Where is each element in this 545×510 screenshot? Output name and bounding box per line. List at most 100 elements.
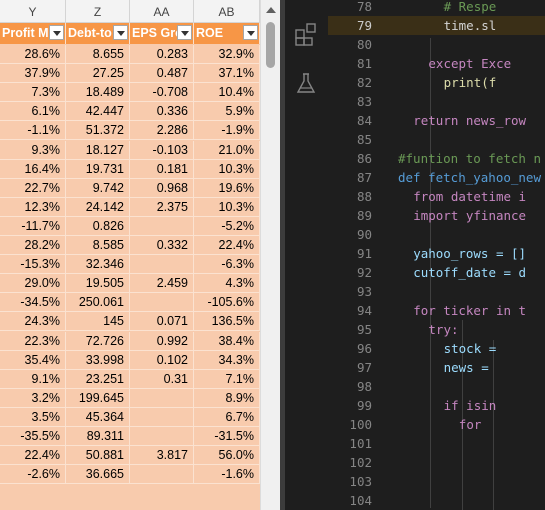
roe-cell[interactable]: -5.2%	[194, 216, 260, 236]
code-line[interactable]: 87 def fetch_yahoo_new	[328, 168, 545, 187]
scrollbar-thumb[interactable]	[266, 22, 275, 68]
code-line[interactable]: 101	[328, 434, 545, 453]
code-editor[interactable]: 78 # Respe 79 time.sl 80 81 except Exce 82 print…	[328, 0, 545, 510]
roe-cell[interactable]: 6.7%	[194, 407, 260, 427]
debt-to-equity-cell[interactable]: 9.742	[66, 178, 130, 198]
debt-to-equity-cell[interactable]: 18.127	[66, 140, 130, 160]
eps-growth-cell[interactable]	[130, 388, 194, 408]
code-line[interactable]: 90	[328, 225, 545, 244]
code-line[interactable]: 78 # Respe	[328, 0, 545, 16]
profit-margin-cell[interactable]: -35.5%	[0, 427, 66, 446]
eps-growth-cell[interactable]: 0.968	[130, 178, 194, 198]
column-letter-aa[interactable]: AA	[130, 0, 194, 22]
table-row[interactable]: -34.5% 250.061 -105.6%	[0, 293, 260, 313]
eps-growth-cell[interactable]: -0.103	[130, 140, 194, 160]
code-line[interactable]: 88 from datetime i	[328, 187, 545, 206]
debt-to-equity-cell[interactable]: 24.142	[66, 197, 130, 217]
profit-margin-cell[interactable]: 9.1%	[0, 369, 66, 389]
roe-cell[interactable]: -1.6%	[194, 465, 260, 485]
profit-margin-cell[interactable]: 22.7%	[0, 178, 66, 198]
header-eps-growth[interactable]: EPS Gro	[130, 23, 194, 44]
eps-growth-cell[interactable]: 2.459	[130, 274, 194, 294]
eps-growth-cell[interactable]: 0.992	[130, 331, 194, 351]
roe-cell[interactable]: 10.3%	[194, 159, 260, 179]
code-line[interactable]: 83	[328, 92, 545, 111]
debt-to-equity-cell[interactable]: 8.655	[66, 45, 130, 64]
table-row[interactable]: 12.3% 24.142 2.375 10.3%	[0, 197, 260, 217]
eps-growth-cell[interactable]: 0.336	[130, 102, 194, 122]
roe-cell[interactable]: 56.0%	[194, 446, 260, 466]
eps-growth-cell[interactable]	[130, 427, 194, 446]
roe-cell[interactable]: 19.6%	[194, 178, 260, 198]
eps-growth-cell[interactable]	[130, 407, 194, 427]
table-row[interactable]: 3.2% 199.645 8.9%	[0, 388, 260, 408]
debt-to-equity-cell[interactable]: 19.731	[66, 159, 130, 179]
eps-growth-cell[interactable]: 0.487	[130, 64, 194, 84]
profit-margin-cell[interactable]: 3.2%	[0, 388, 66, 408]
code-line[interactable]: 89 import yfinance	[328, 206, 545, 225]
filter-dropdown-icon[interactable]	[177, 25, 192, 40]
roe-cell[interactable]: 38.4%	[194, 331, 260, 351]
debt-to-equity-cell[interactable]: 72.726	[66, 331, 130, 351]
column-letter-z[interactable]: Z	[66, 0, 130, 22]
code-line[interactable]: 79 time.sl	[328, 16, 545, 35]
column-letter-y[interactable]: Y	[0, 0, 66, 22]
eps-growth-cell[interactable]	[130, 465, 194, 485]
table-row[interactable]: -35.5% 89.311 -31.5%	[0, 427, 260, 446]
table-row[interactable]: 22.7% 9.742 0.968 19.6%	[0, 178, 260, 198]
roe-cell[interactable]: 10.3%	[194, 197, 260, 217]
profit-margin-cell[interactable]: 12.3%	[0, 197, 66, 217]
debt-to-equity-cell[interactable]: 199.645	[66, 388, 130, 408]
debt-to-equity-cell[interactable]: 36.665	[66, 465, 130, 485]
profit-margin-cell[interactable]: 3.5%	[0, 407, 66, 427]
debt-to-equity-cell[interactable]: 250.061	[66, 293, 130, 313]
eps-growth-cell[interactable]: 0.31	[130, 369, 194, 389]
debt-to-equity-cell[interactable]: 50.881	[66, 446, 130, 466]
profit-margin-cell[interactable]: 28.6%	[0, 45, 66, 64]
roe-cell[interactable]: 4.3%	[194, 274, 260, 294]
eps-growth-cell[interactable]: 0.283	[130, 45, 194, 64]
spreadsheet-grid[interactable]: Y Z AA AB Profit M Debt-to EPS Gro ROE 2…	[0, 0, 260, 510]
roe-cell[interactable]: 34.3%	[194, 350, 260, 370]
table-row[interactable]: 3.5% 45.364 6.7%	[0, 407, 260, 427]
filter-dropdown-icon[interactable]	[243, 25, 258, 40]
roe-cell[interactable]: -31.5%	[194, 427, 260, 446]
roe-cell[interactable]: 7.1%	[194, 369, 260, 389]
table-row[interactable]: 22.4% 50.881 3.817 56.0%	[0, 446, 260, 466]
profit-margin-cell[interactable]: -2.6%	[0, 465, 66, 485]
code-line[interactable]: 98	[328, 377, 545, 396]
code-line[interactable]: 92 cutoff_date = d	[328, 263, 545, 282]
table-row[interactable]: 7.3% 18.489 -0.708 10.4%	[0, 83, 260, 103]
profit-margin-cell[interactable]: 29.0%	[0, 274, 66, 294]
eps-growth-cell[interactable]	[130, 255, 194, 275]
column-letter-ab[interactable]: AB	[194, 0, 260, 22]
scroll-up-arrow-icon[interactable]	[266, 7, 276, 13]
code-line[interactable]: 86 #funtion to fetch n	[328, 149, 545, 168]
roe-cell[interactable]: 22.4%	[194, 236, 260, 255]
eps-growth-cell[interactable]: -0.708	[130, 83, 194, 103]
profit-margin-cell[interactable]: 16.4%	[0, 159, 66, 179]
debt-to-equity-cell[interactable]: 0.826	[66, 216, 130, 236]
table-row[interactable]: -1.1% 51.372 2.286 -1.9%	[0, 121, 260, 141]
table-row[interactable]: 6.1% 42.447 0.336 5.9%	[0, 102, 260, 122]
eps-growth-cell[interactable]: 2.286	[130, 121, 194, 141]
debt-to-equity-cell[interactable]: 51.372	[66, 121, 130, 141]
profit-margin-cell[interactable]: 35.4%	[0, 350, 66, 370]
code-line[interactable]: 95 try:	[328, 320, 545, 339]
table-row[interactable]: 9.3% 18.127 -0.103 21.0%	[0, 140, 260, 160]
code-line[interactable]: 104	[328, 491, 545, 510]
code-line[interactable]: 85	[328, 130, 545, 149]
code-line[interactable]: 91 yahoo_rows = []	[328, 244, 545, 263]
code-line[interactable]: 82 print(f	[328, 73, 545, 92]
roe-cell[interactable]: 5.9%	[194, 102, 260, 122]
eps-growth-cell[interactable]: 3.817	[130, 446, 194, 466]
debt-to-equity-cell[interactable]: 145	[66, 312, 130, 332]
eps-growth-cell[interactable]: 0.181	[130, 159, 194, 179]
profit-margin-cell[interactable]: -15.3%	[0, 255, 66, 275]
flask-icon[interactable]	[295, 71, 317, 100]
code-line[interactable]: 80	[328, 35, 545, 54]
eps-growth-cell[interactable]	[130, 293, 194, 313]
table-row[interactable]: 9.1% 23.251 0.31 7.1%	[0, 369, 260, 389]
extensions-icon[interactable]	[295, 22, 317, 51]
profit-margin-cell[interactable]: 22.4%	[0, 446, 66, 466]
